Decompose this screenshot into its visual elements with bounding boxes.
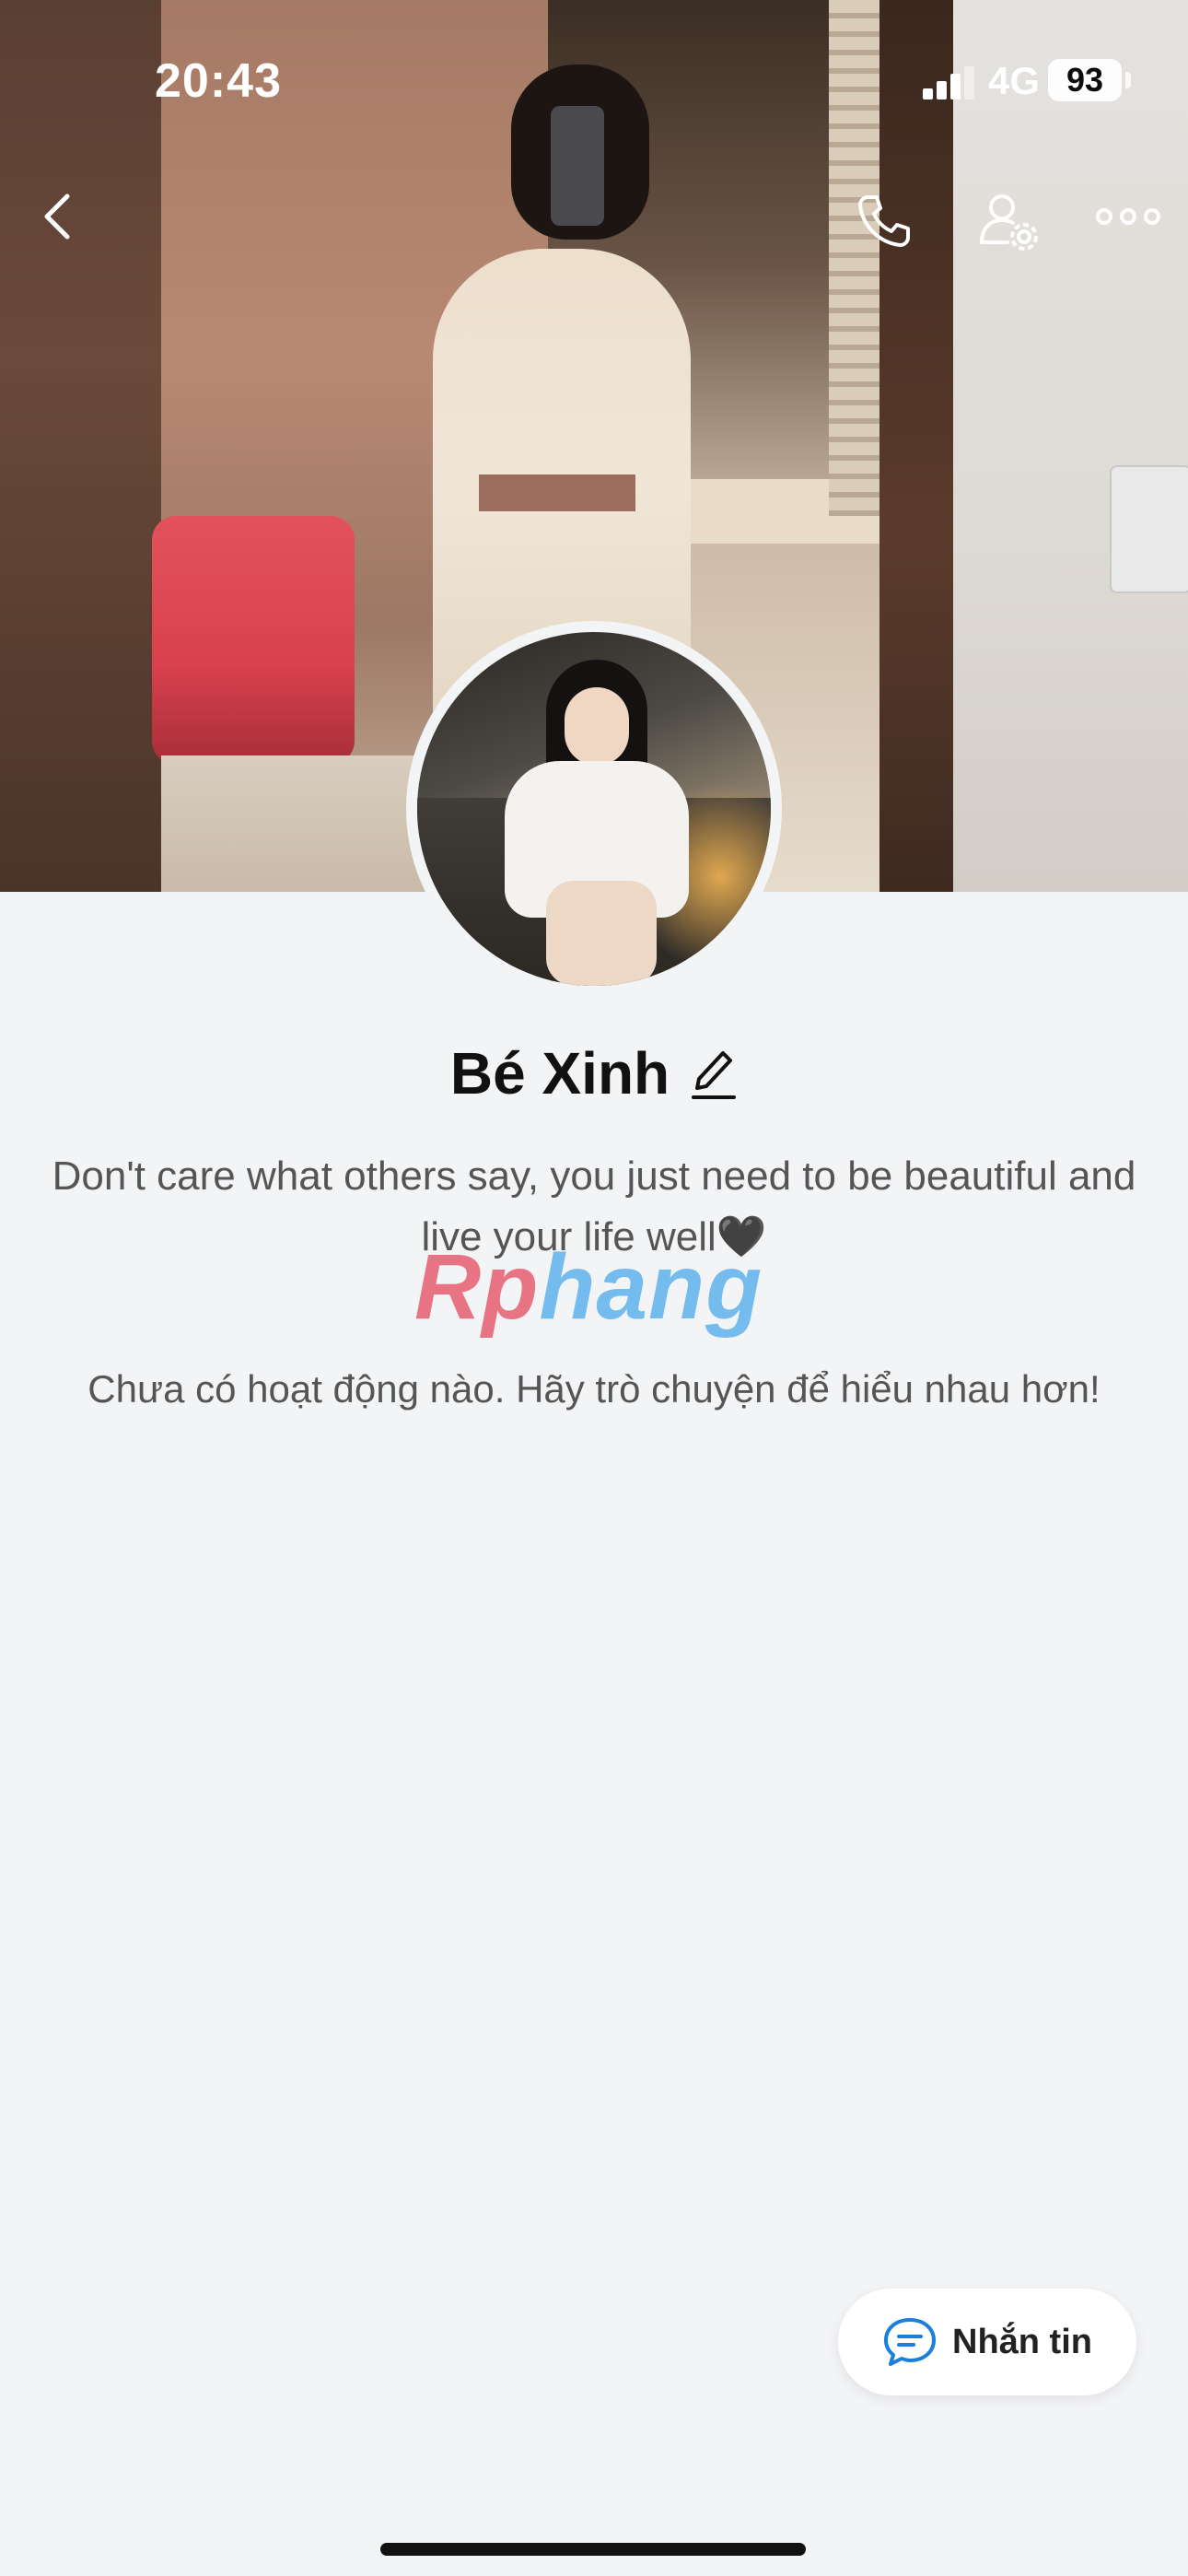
profile-name-row: Bé Xinh — [0, 1039, 1188, 1107]
profile-settings-button[interactable] — [972, 184, 1045, 258]
battery-icon: 93 — [1048, 59, 1122, 101]
network-type: 4G — [988, 59, 1041, 102]
edit-name-button[interactable] — [690, 1046, 738, 1101]
pencil-icon — [692, 1051, 737, 1099]
watermark-part1: Rp — [414, 1235, 540, 1339]
watermark-part2: hang — [539, 1235, 763, 1339]
user-settings-icon — [980, 194, 1038, 251]
home-indicator[interactable] — [380, 2543, 806, 2556]
chat-bubble-icon — [884, 2318, 936, 2366]
message-button-label: Nhắn tin — [952, 2322, 1092, 2361]
status-indicators: 4G 93 — [820, 53, 1188, 109]
watermark-logo: Rphang — [414, 1235, 763, 1341]
avatar[interactable] — [417, 632, 771, 986]
more-icon — [1096, 208, 1160, 225]
empty-activity-message: Chưa có hoạt động nào. Hãy trò chuyện để… — [87, 1367, 1101, 1411]
profile-name: Bé Xinh — [449, 1040, 670, 1107]
phone-icon — [858, 195, 910, 247]
back-button[interactable] — [26, 184, 90, 249]
call-button[interactable] — [847, 184, 921, 258]
back-icon — [44, 193, 70, 240]
status-time: 20:43 — [155, 54, 282, 108]
message-button[interactable]: Nhắn tin — [838, 2289, 1136, 2395]
more-options-button[interactable] — [1087, 184, 1170, 249]
signal-icon — [923, 66, 974, 100]
